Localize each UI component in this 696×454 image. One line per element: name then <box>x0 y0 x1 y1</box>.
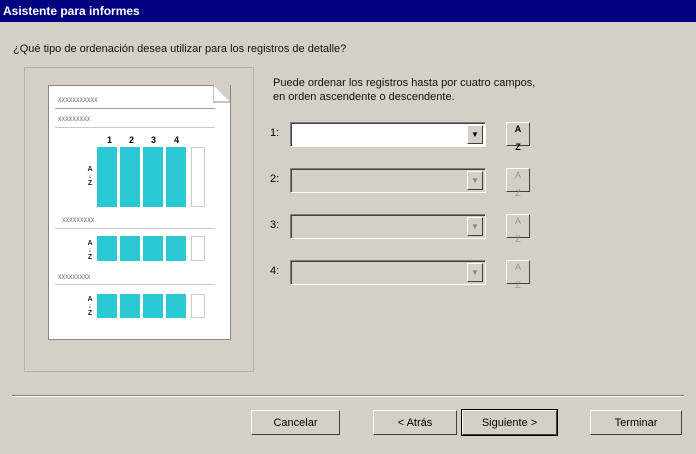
preview-rule <box>55 108 215 109</box>
preview-cell <box>120 294 140 318</box>
sort-ascending-icon: AZ <box>514 170 521 198</box>
title-bar: Asistente para informes <box>0 0 696 22</box>
preview-panel: XXXXXXXXXXX XXXXXXXXX 1 2 3 4 A ↓ Z XXXXXX… <box>24 67 254 372</box>
finish-button[interactable]: Terminar <box>590 410 682 435</box>
preview-rule <box>55 284 215 285</box>
preview-cell <box>97 294 117 318</box>
dropdown-arrow-icon[interactable]: ▼ <box>467 263 483 282</box>
preview-rule <box>55 228 215 229</box>
sort-row-number: 3: <box>270 219 280 231</box>
preview-group-text: XXXXXXXXX <box>58 274 91 281</box>
preview-ghost-column <box>191 294 205 318</box>
sort-ascending-icon: AZ <box>514 262 521 290</box>
sort-order-2-button[interactable]: AZ <box>506 168 530 198</box>
preview-cell <box>97 236 117 261</box>
preview-cell <box>143 236 163 261</box>
back-button[interactable]: < Atrás <box>373 410 457 435</box>
sort-field-2-select[interactable]: ▼ <box>290 168 486 193</box>
dropdown-arrow-icon[interactable]: ▼ <box>467 125 483 144</box>
sort-order-3-button[interactable]: AZ <box>506 214 530 244</box>
preview-cell <box>166 147 186 207</box>
sort-row-number: 4: <box>270 265 280 277</box>
sort-order-4-button[interactable]: AZ <box>506 260 530 290</box>
preview-cell <box>166 294 186 318</box>
sort-row-number: 1: <box>270 127 280 139</box>
instruction-line: en orden ascendente o descendente. <box>273 91 455 103</box>
preview-cell <box>97 147 117 207</box>
dropdown-arrow-icon[interactable]: ▼ <box>467 217 483 236</box>
preview-title-text: XXXXXXXXXXX <box>58 97 98 104</box>
preview-col-number: 1 <box>107 135 113 145</box>
report-preview-page: XXXXXXXXXXX XXXXXXXXX 1 2 3 4 A ↓ Z XXXXXX… <box>48 85 231 340</box>
preview-sort-az-icon: A ↓ Z <box>87 240 93 261</box>
preview-ghost-column <box>191 236 205 261</box>
button-separator <box>12 395 684 397</box>
preview-cell <box>166 236 186 261</box>
preview-cell <box>120 236 140 261</box>
preview-ghost-column <box>191 147 205 207</box>
sort-ascending-icon: AZ <box>514 124 522 152</box>
preview-rule <box>55 127 215 128</box>
page-fold-icon <box>213 85 230 103</box>
cancel-button[interactable]: Cancelar <box>251 410 340 435</box>
dropdown-arrow-icon[interactable]: ▼ <box>467 171 483 190</box>
preview-sort-az-icon: A ↓ Z <box>87 166 93 187</box>
sort-field-4-select[interactable]: ▼ <box>290 260 486 285</box>
sort-instructions: Puede ordenar los registros hasta por cu… <box>273 76 633 104</box>
sort-field-3-select[interactable]: ▼ <box>290 214 486 239</box>
instruction-line: Puede ordenar los registros hasta por cu… <box>273 77 536 89</box>
preview-group-text: XXXXXXXXX <box>58 116 91 123</box>
sort-question: ¿Qué tipo de ordenación desea utilizar p… <box>13 43 347 55</box>
sort-ascending-icon: AZ <box>514 216 521 244</box>
report-wizard-dialog: Asistente para informes ¿Qué tipo de ord… <box>0 0 696 454</box>
sort-row-number: 2: <box>270 173 280 185</box>
preview-group-text: XXXXXXXXX <box>62 217 95 224</box>
sort-field-1-select[interactable]: ▼ <box>290 122 486 147</box>
preview-col-number: 4 <box>174 135 180 145</box>
preview-col-number: 3 <box>151 135 157 145</box>
sort-order-1-button[interactable]: AZ <box>506 122 530 152</box>
preview-cell <box>120 147 140 207</box>
preview-col-number: 2 <box>129 135 135 145</box>
preview-cell <box>143 294 163 318</box>
preview-cell <box>143 147 163 207</box>
next-button[interactable]: Siguiente > <box>461 409 558 436</box>
preview-sort-az-icon: A ↓ Z <box>87 296 93 317</box>
